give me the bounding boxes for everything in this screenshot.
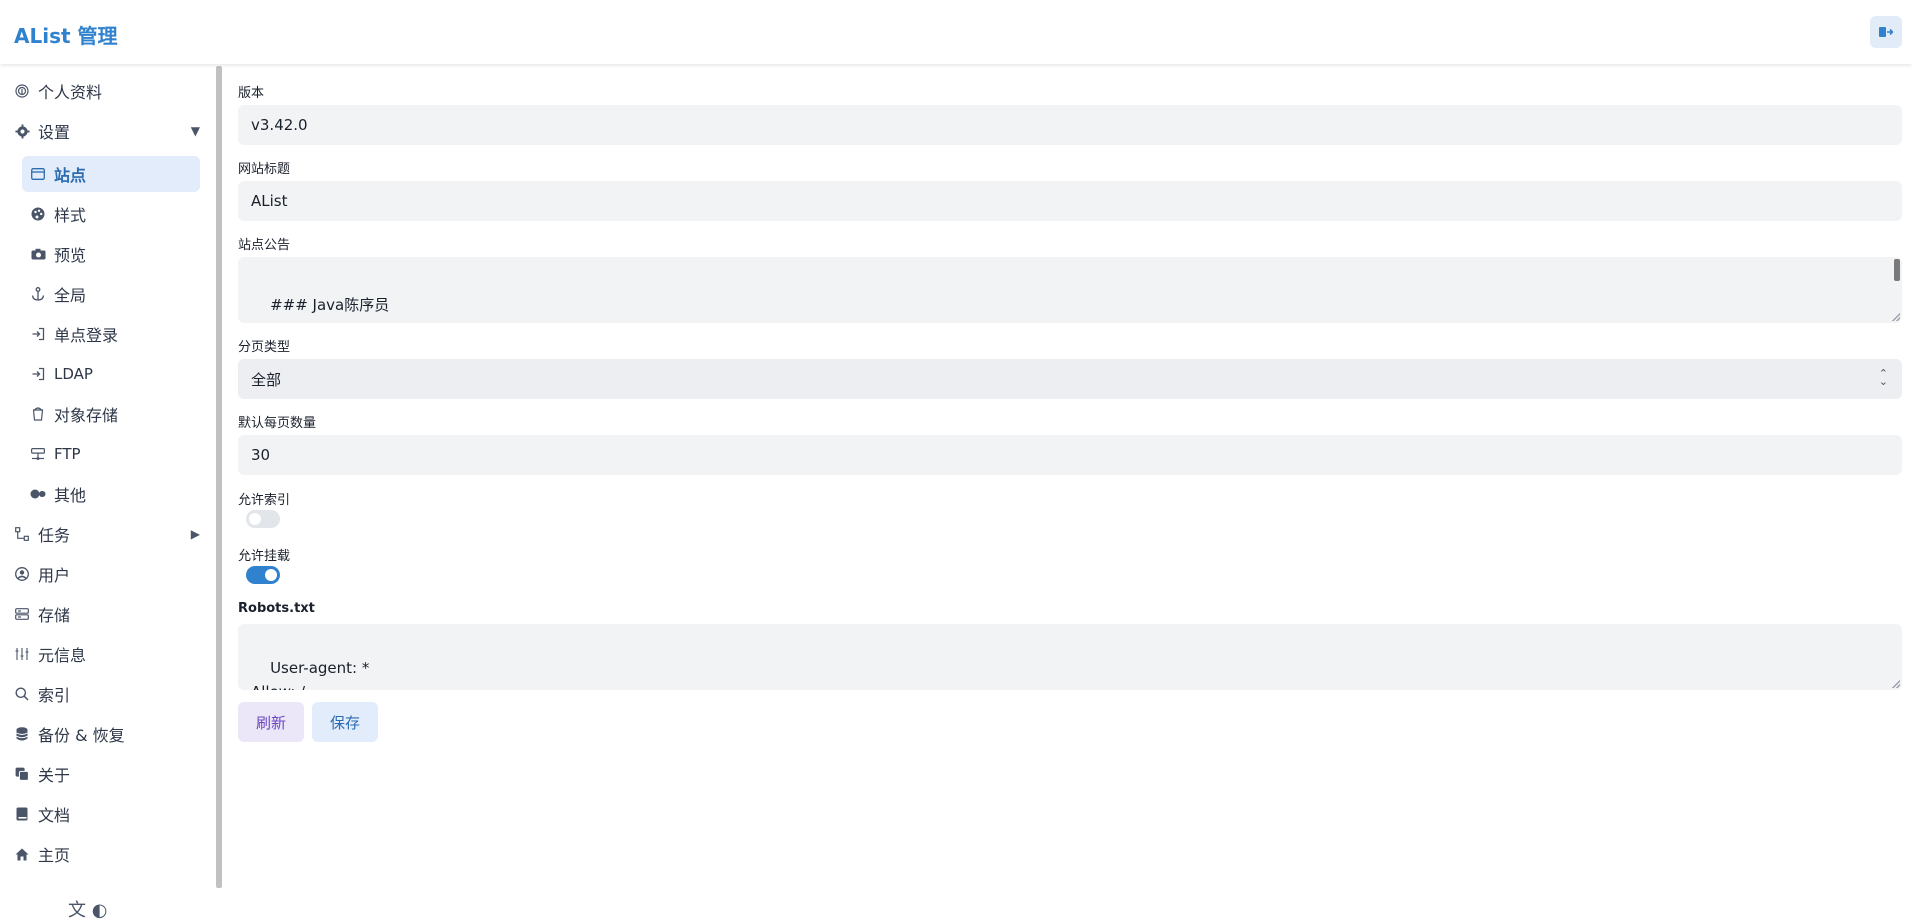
sidebar-item-label: 设置: [38, 123, 71, 142]
default-page-size-field[interactable]: 30: [238, 435, 1902, 475]
sidebar-scrollbar[interactable]: [216, 66, 222, 888]
sidebar-item-style[interactable]: 样式: [22, 196, 200, 232]
sidebar: 个人资料 设置 ▼ 站点 样式 预览 全局 单点登录 LDAP 对象存储 FTP…: [0, 64, 216, 912]
sidebar-item-label: 单点登录: [54, 326, 119, 345]
top-header: AList 管理: [0, 0, 1912, 64]
sidebar-item-label: 索引: [38, 686, 71, 705]
login-icon: [30, 326, 46, 342]
version-field[interactable]: v3.42.0: [238, 105, 1902, 145]
palette-icon: [30, 206, 46, 222]
search-icon: [14, 686, 30, 702]
anchor-icon: [30, 286, 46, 302]
sidebar-item-storage[interactable]: 存储: [14, 597, 200, 631]
site-title-field[interactable]: AList: [238, 181, 1902, 221]
sidebar-item-tasks[interactable]: 任务 ▶: [14, 517, 200, 551]
version-label: 版本: [238, 86, 265, 101]
sidebar-item-settings[interactable]: 设置 ▼: [14, 114, 200, 148]
workflow-icon: [14, 526, 30, 542]
sidebar-item-label: 任务: [38, 526, 71, 545]
pagination-label: 分页类型: [238, 340, 291, 355]
copy-icon: [14, 766, 30, 782]
sidebar-item-label: LDAP: [54, 365, 93, 383]
sidebar-item-other[interactable]: 其他: [22, 476, 200, 512]
sidebar-item-label: 备份 & 恢复: [38, 726, 125, 745]
allow-mounted-switch[interactable]: [246, 566, 280, 584]
announcement-text: ### Java陈序员 关注微信公众号：【Java陈序员】，获取开源项目分享、A…: [270, 296, 390, 314]
toggle-shape-icon: [30, 486, 46, 502]
user-circle-icon: [14, 566, 30, 582]
book-icon: [14, 806, 30, 822]
switch-knob: [249, 513, 261, 525]
sidebar-item-label: 站点: [54, 166, 87, 185]
gear-icon: [14, 123, 30, 139]
robots-textarea[interactable]: User-agent: * Allow: /: [238, 624, 1902, 690]
sidebar-item-label: 关于: [38, 766, 71, 785]
sidebar-item-about[interactable]: 关于: [14, 757, 200, 791]
bucket-icon: [30, 406, 46, 422]
site-title-label: 网站标题: [238, 162, 291, 177]
robots-label: Robots.txt: [238, 601, 315, 616]
sidebar-item-sso[interactable]: 单点登录: [22, 316, 200, 352]
logout-button[interactable]: [1870, 16, 1902, 48]
sidebar-item-label: 其他: [54, 486, 87, 505]
pagination-select[interactable]: 全部 ⌃ ⌄: [238, 359, 1902, 399]
database-icon: [14, 726, 30, 742]
sidebar-item-preview[interactable]: 预览: [22, 236, 200, 272]
sidebar-item-docs[interactable]: 文档: [14, 797, 200, 831]
sidebar-item-label: 主页: [38, 846, 71, 865]
app-title[interactable]: AList 管理: [14, 20, 118, 49]
sidebar-item-label: 文档: [38, 806, 71, 825]
sidebar-item-s3[interactable]: 对象存储: [22, 396, 200, 432]
announcement-textarea[interactable]: ### Java陈序员 关注微信公众号：【Java陈序员】，获取开源项目分享、A…: [238, 257, 1902, 323]
camera-icon: [30, 246, 46, 262]
sidebar-item-label: 全局: [54, 286, 87, 305]
sidebar-item-meta[interactable]: 元信息: [14, 637, 200, 671]
allow-indexed-label: 允许索引: [238, 493, 291, 508]
select-arrows-icon: ⌃ ⌄: [1878, 367, 1888, 388]
sidebar-item-label: 样式: [54, 206, 87, 225]
resize-handle-icon[interactable]: [1892, 680, 1900, 688]
sidebar-item-ldap[interactable]: LDAP: [22, 356, 200, 392]
sidebar-item-label: 元信息: [38, 646, 87, 665]
sidebar-item-global[interactable]: 全局: [22, 276, 200, 312]
switch-knob: [265, 569, 277, 581]
caret-down-icon: ▼: [190, 124, 200, 138]
login-icon: [30, 366, 46, 382]
logout-icon: [1879, 27, 1893, 37]
sidebar-item-profile[interactable]: 个人资料: [14, 74, 200, 108]
hard-drive-icon: [14, 606, 30, 622]
save-button[interactable]: 保存: [312, 702, 378, 742]
sidebar-item-users[interactable]: 用户: [14, 557, 200, 591]
sidebar-item-label: 对象存储: [54, 406, 119, 425]
sidebar-item-ftp[interactable]: FTP: [22, 436, 200, 472]
refresh-button[interactable]: 刷新: [238, 702, 304, 742]
sidebar-item-home[interactable]: 主页: [14, 837, 200, 871]
robots-text: User-agent: * Allow: /: [251, 659, 370, 690]
sidebar-item-label: 存储: [38, 606, 71, 625]
resize-handle-icon[interactable]: [1892, 313, 1900, 321]
sidebar-item-label: 预览: [54, 246, 87, 265]
sidebar-item-label: 用户: [38, 566, 71, 585]
allow-indexed-switch[interactable]: [246, 510, 280, 528]
home-icon: [14, 846, 30, 862]
textarea-scrollbar[interactable]: [1894, 259, 1900, 281]
pagination-selected: 全部: [251, 370, 282, 389]
sidebar-item-label: 个人资料: [38, 83, 103, 102]
server-icon: [30, 446, 46, 462]
fingerprint-icon: [14, 83, 30, 99]
announcement-label: 站点公告: [238, 238, 291, 253]
metadata-icon: [14, 646, 30, 662]
allow-mounted-label: 允许挂载: [238, 549, 291, 564]
caret-right-icon: ▶: [190, 527, 200, 541]
sidebar-item-site[interactable]: 站点: [22, 156, 200, 192]
default-page-size-label: 默认每页数量: [238, 416, 317, 431]
sidebar-item-index[interactable]: 索引: [14, 677, 200, 711]
sidebar-item-backup[interactable]: 备份 & 恢复: [14, 717, 200, 751]
sidebar-item-label: FTP: [54, 445, 81, 463]
browser-window-icon: [30, 166, 46, 182]
language-theme-switch[interactable]: 文 ◐: [68, 896, 107, 922]
